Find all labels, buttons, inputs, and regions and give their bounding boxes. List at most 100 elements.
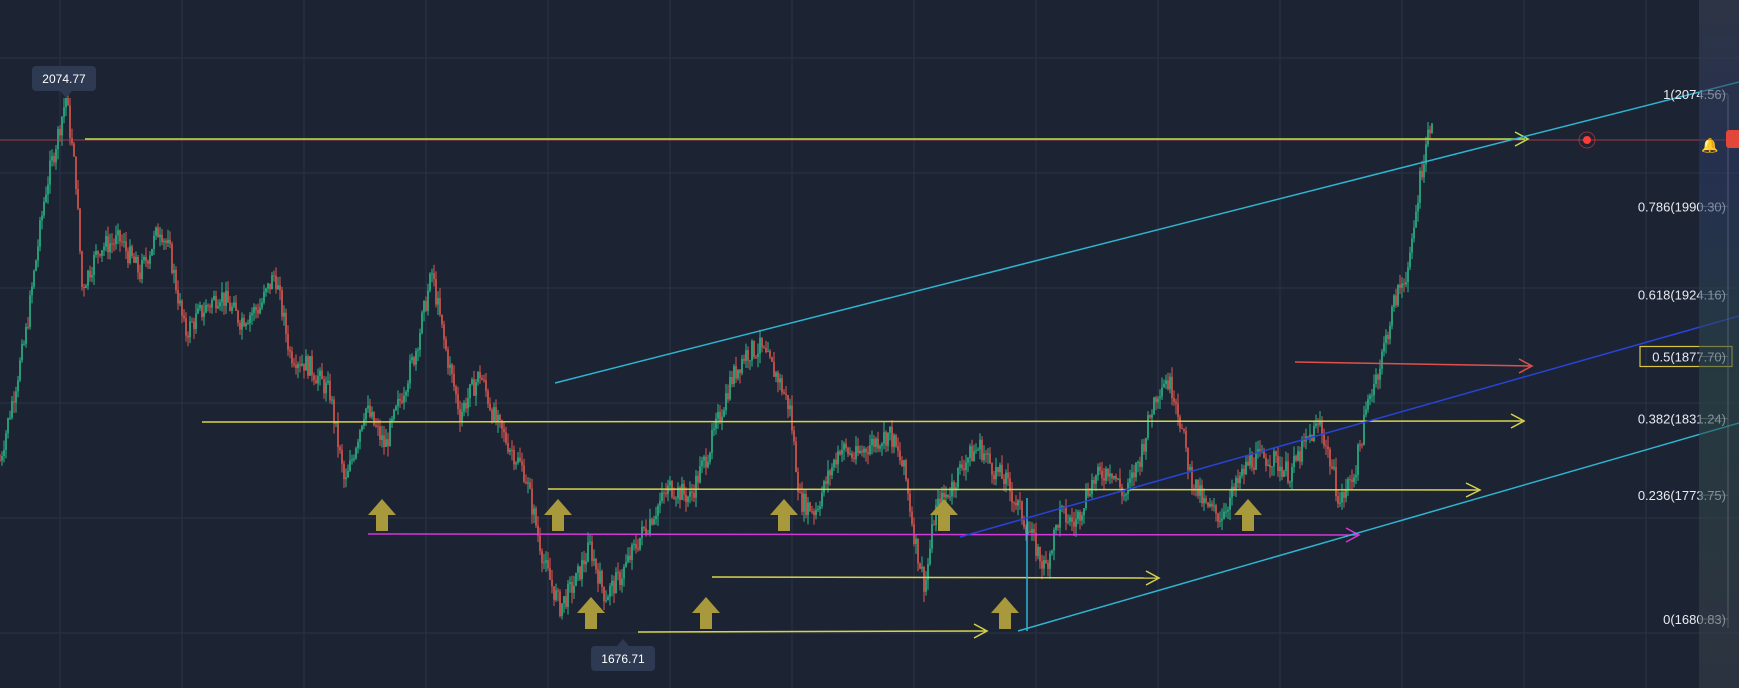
candle-body: [311, 356, 313, 376]
candle-body: [661, 492, 663, 501]
candle-body: [891, 426, 893, 447]
candle-body: [1377, 374, 1379, 380]
candle-body: [687, 496, 689, 502]
candle-body: [1255, 452, 1257, 470]
candle-body: [447, 349, 449, 368]
candle-body: [101, 250, 103, 256]
candle-body: [957, 467, 959, 488]
candle-body: [823, 481, 825, 493]
candle-body: [1181, 427, 1183, 429]
candle-body: [471, 379, 473, 385]
candle-body: [39, 220, 41, 247]
candle-body: [649, 519, 651, 534]
candle-body: [685, 494, 687, 502]
candle-body: [87, 270, 89, 286]
candle-body: [261, 302, 263, 308]
candle-body: [847, 447, 849, 455]
candle-body: [127, 251, 129, 263]
candle-body: [1041, 561, 1043, 569]
candle-body: [1223, 511, 1225, 519]
candle-body: [41, 215, 43, 221]
candle-body: [563, 596, 565, 604]
candle-body: [1045, 560, 1047, 564]
candle-body: [1231, 486, 1233, 498]
candle-body: [43, 201, 45, 216]
candle-body: [947, 494, 949, 498]
candle-body: [817, 508, 819, 510]
candle-body: [609, 586, 611, 597]
candle-body: [429, 273, 431, 291]
candle-body: [103, 246, 105, 251]
candle-body: [433, 273, 435, 280]
candle-body: [1205, 498, 1207, 503]
candle-body: [175, 269, 177, 291]
candle-body: [1149, 415, 1151, 418]
candle-body: [221, 292, 223, 303]
candle-body: [1117, 478, 1119, 480]
candle-body: [1241, 468, 1243, 476]
candle-body: [527, 482, 529, 484]
candle-body: [1315, 423, 1317, 427]
candle-body: [1207, 502, 1209, 507]
candle-body: [235, 302, 237, 311]
candle-body: [963, 468, 965, 471]
candle-body: [339, 447, 341, 451]
candle-body: [95, 251, 97, 255]
candle-body: [395, 406, 397, 410]
candle-body: [1143, 444, 1145, 452]
candle-body: [1133, 472, 1135, 478]
candle-body: [1079, 511, 1081, 521]
candle-body: [867, 452, 869, 455]
candle-body: [451, 364, 453, 374]
candle-body: [371, 412, 373, 417]
candle-body: [707, 461, 709, 468]
candle-body: [347, 470, 349, 478]
candle-body: [665, 493, 667, 495]
candle-body: [201, 305, 203, 317]
candle-body: [673, 496, 675, 499]
candle-body: [1127, 482, 1129, 495]
candle-body: [555, 590, 557, 600]
candle-body: [1349, 479, 1351, 481]
candle-body: [1297, 451, 1299, 461]
candle-body: [1177, 403, 1179, 417]
candle-body: [713, 428, 715, 431]
candle-body: [575, 572, 577, 586]
candle-body: [65, 98, 67, 108]
candle-body: [187, 335, 189, 338]
candle-body: [1199, 485, 1201, 496]
candle-body: [1031, 529, 1033, 533]
candle-body: [909, 493, 911, 512]
candle-body: [1213, 505, 1215, 507]
candle-body: [623, 566, 625, 579]
candle-body: [1061, 506, 1063, 508]
price-scale-strip[interactable]: [1699, 0, 1739, 688]
candle-body: [225, 290, 227, 306]
alert-bell-icon[interactable]: 🔔: [1701, 136, 1719, 154]
yellow-ray-1: [201, 420, 1523, 423]
candle-body: [521, 461, 523, 466]
candle-body: [129, 246, 131, 263]
candle-body: [1163, 384, 1165, 388]
candle-body: [775, 372, 777, 377]
candle-body: [1335, 467, 1337, 497]
candle-body: [595, 558, 597, 570]
candle-body: [1409, 252, 1411, 268]
candle-body: [523, 465, 525, 482]
candle-body: [969, 446, 971, 458]
candle-body: [657, 505, 659, 516]
candle-body: [319, 370, 321, 377]
price-chart[interactable]: 1(2074.56)0.786(1990.30)0.618(1924.16)0.…: [0, 0, 1739, 688]
candle-body: [767, 351, 769, 353]
candle-body: [987, 453, 989, 455]
candle-body: [491, 409, 493, 421]
candle-body: [1399, 284, 1401, 288]
candle-body: [731, 377, 733, 384]
candle-body: [1423, 164, 1425, 178]
magenta-ray: [367, 533, 1358, 536]
candle-body: [131, 246, 133, 257]
candle-body: [703, 456, 705, 461]
candle-body: [625, 562, 627, 567]
candle-body: [1049, 553, 1051, 569]
candle-body: [865, 448, 867, 453]
